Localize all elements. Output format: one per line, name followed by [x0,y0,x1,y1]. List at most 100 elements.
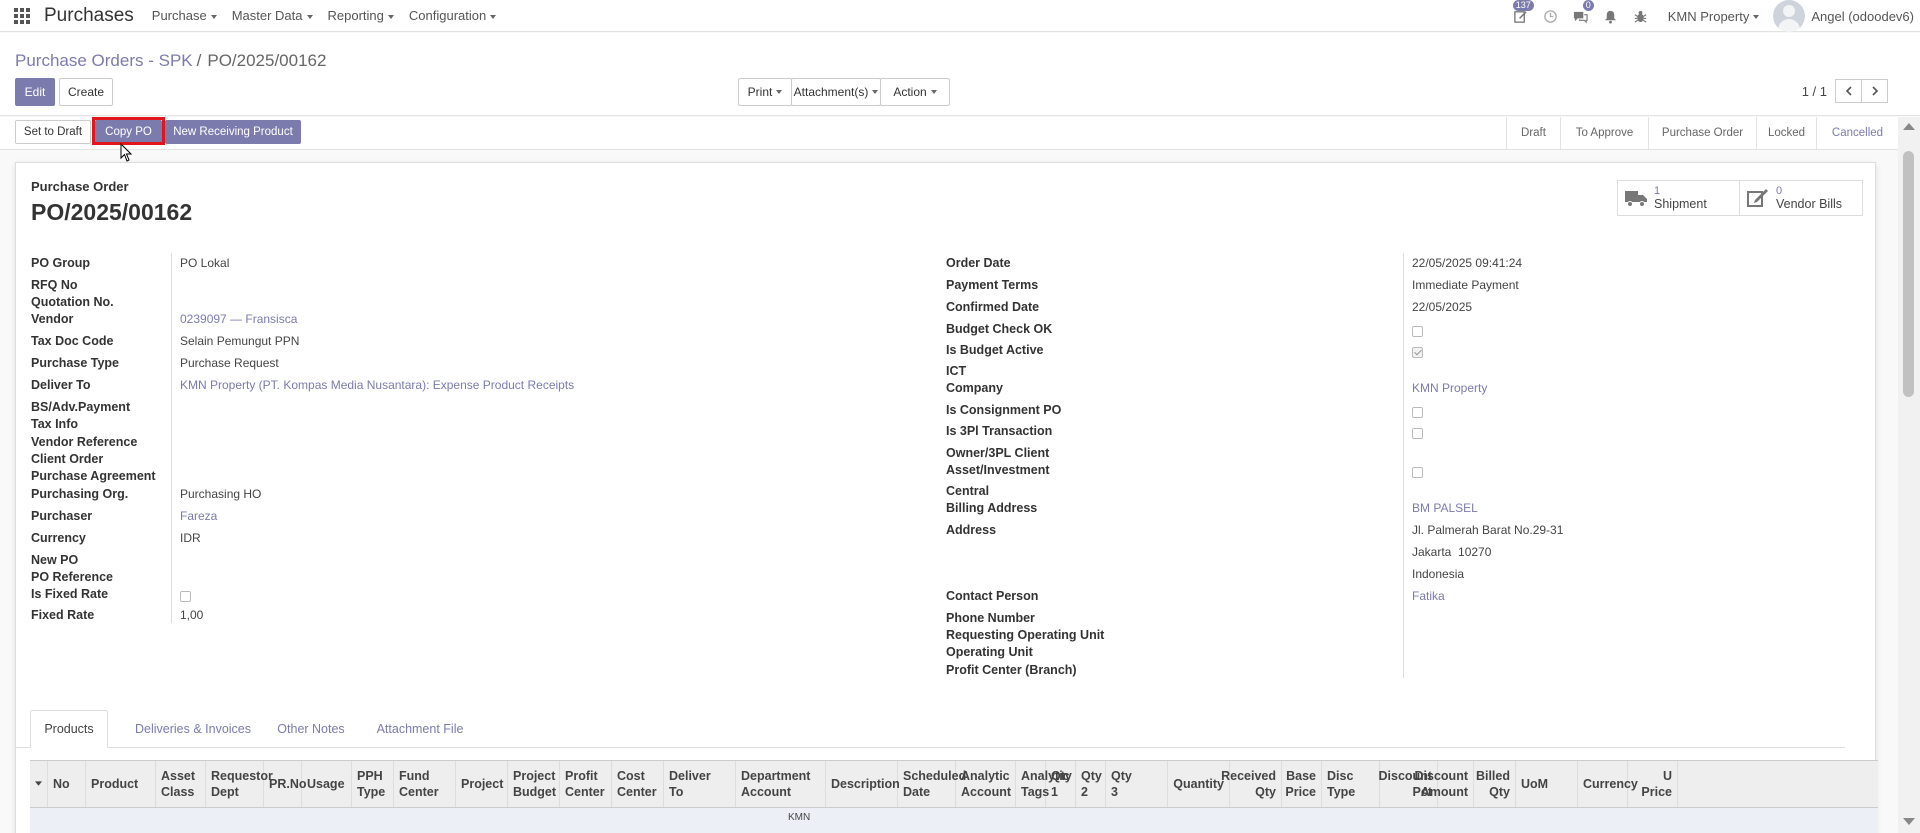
vendor-bills-smart-button[interactable]: 0 Vendor Bills [1740,181,1862,215]
is-3pl-checkbox[interactable] [1412,428,1423,439]
stage-purchase-order[interactable]: Purchase Order [1648,117,1756,149]
attachments-button[interactable]: Attachment(s) [791,78,881,106]
scroll-thumb[interactable] [1903,151,1914,397]
tab-deliveries-invoices[interactable]: Deliveries & Invoices [123,710,263,748]
column-header-uom[interactable]: UoM [1516,761,1578,807]
create-button[interactable]: Create [59,78,113,106]
stage-locked[interactable]: Locked [1756,117,1816,149]
is-consignment-checkbox[interactable] [1412,407,1423,418]
column-header-project[interactable]: Project [456,761,508,807]
vendor-label: Vendor [31,312,74,326]
column-header-pr-no[interactable]: PR.No [264,761,307,807]
stage-draft[interactable]: Draft [1506,117,1560,149]
column-header-deliver-to[interactable]: Deliver To [664,761,736,807]
column-header-pph-type[interactable]: PPH Type [352,761,394,807]
scroll-down-icon[interactable] [1903,818,1915,825]
column-header-fund-center[interactable]: Fund Center [394,761,456,807]
column-header-disc-type[interactable]: Disc Type [1322,761,1380,807]
sort-caret-icon[interactable] [30,761,48,807]
table-row[interactable]: KMN [30,808,1878,833]
truck-icon [1625,191,1647,207]
action-button[interactable]: Action [880,78,950,106]
column-header-u-price[interactable]: U Price [1628,761,1678,807]
clock-icon[interactable] [1536,0,1566,32]
column-header-currency[interactable]: Currency [1578,761,1638,807]
bell-icon[interactable] [1596,0,1626,32]
pager-value[interactable]: 1 / 1 [1802,84,1827,99]
stage-to-approve[interactable]: To Approve [1560,117,1648,149]
activity-edit-icon[interactable]: 137 [1506,0,1536,32]
breadcrumb: Purchase Orders - SPK / PO/2025/00162 [15,51,326,71]
bug-icon[interactable] [1626,0,1656,32]
column-header-product[interactable]: Product [86,761,156,807]
column-header-received-qty[interactable]: Received Qty [1221,761,1282,807]
budget-check-ok-checkbox[interactable] [1412,326,1423,337]
pager-previous-icon[interactable] [1835,79,1862,103]
user-avatar[interactable] [1773,0,1806,32]
column-header-no[interactable]: No [48,761,86,807]
menu-configuration[interactable]: Configuration [409,8,496,23]
tab-attachment-file[interactable]: Attachment File [365,710,475,748]
column-header-project-budget[interactable]: Project Budget [508,761,560,807]
breadcrumb-separator: / [196,51,202,70]
user-menu[interactable]: Angel (odoodev6) [1811,9,1914,24]
shipment-smart-button[interactable]: 1 Shipment [1618,181,1740,215]
breadcrumb-parent[interactable]: Purchase Orders - SPK [15,51,193,70]
messages-icon[interactable]: 0 [1566,0,1596,32]
requesting-operating-unit-label: Requesting Operating Unit [946,628,1105,642]
stage-cancelled[interactable]: Cancelled [1816,117,1898,149]
menu-master-data[interactable]: Master Data [232,8,313,23]
vendor-link[interactable]: 0239097 — Fransisca [180,312,297,326]
set-to-draft-button[interactable]: Set to Draft [15,120,91,144]
apps-menu-icon[interactable] [0,0,44,32]
confirmed-date-label: Confirmed Date [946,300,1040,314]
column-header-base-price[interactable]: Base Price [1282,761,1322,807]
contact-person-label: Contact Person [946,589,1039,603]
edit-button[interactable]: Edit [15,78,55,106]
operating-unit-label: Operating Unit [946,645,1033,659]
address-line1: Jl. Palmerah Barat No.29-31 [1412,523,1564,537]
is-3pl-label: Is 3Pl Transaction [946,424,1053,438]
column-header-analytic-account[interactable]: Analytic Account [956,761,1016,807]
column-header-qty-1[interactable]: Qty 1 [1046,761,1076,807]
new-receiving-product-button[interactable]: New Receiving Product [165,120,301,144]
quotation-no-label: Quotation No. [31,295,114,309]
column-header-usage[interactable]: Usage [302,761,352,807]
scroll-up-icon[interactable] [1903,123,1915,130]
company-link[interactable]: KMN Property [1412,381,1487,395]
payment-terms-label: Payment Terms [946,278,1039,292]
menu-purchase[interactable]: Purchase [152,8,217,23]
column-header-scheduled-date[interactable]: Scheduled Date [898,761,966,807]
purchase-type-label: Purchase Type [31,356,120,370]
column-header-qty-2[interactable]: Qty 2 [1076,761,1106,807]
column-header-qty-3[interactable]: Qty 3 [1106,761,1168,807]
column-header-discount-amount[interactable]: Discount Amount [1415,761,1474,807]
contact-person-link[interactable]: Fatika [1412,589,1445,603]
purchaser-label: Purchaser [31,509,93,523]
column-header-analytic-tags[interactable]: Analytic Tags [1016,761,1070,807]
print-button[interactable]: Print [738,78,792,106]
tab-products[interactable]: Products [30,710,108,748]
is-fixed-rate-checkbox[interactable] [180,591,191,602]
column-header-profit-center[interactable]: Profit Center [560,761,612,807]
company-switcher[interactable]: KMN Property [1668,9,1760,24]
deliver-to-link[interactable]: KMN Property (PT. Kompas Media Nusantara… [180,378,574,392]
is-budget-active-checkbox[interactable] [1412,347,1423,358]
column-header-cost-center[interactable]: Cost Center [612,761,664,807]
tax-doc-code-label: Tax Doc Code [31,334,114,348]
left-column-divider [171,253,172,623]
column-header-asset-class[interactable]: Asset Class [156,761,206,807]
column-header-billed-qty[interactable]: Billed Qty [1474,761,1516,807]
column-header-requestor-dept[interactable]: Requestor Dept [206,761,273,807]
scrollbar[interactable] [1898,117,1920,833]
pager-next-icon[interactable] [1861,79,1888,103]
deliver-to-label: Deliver To [31,378,91,392]
purchaser-link[interactable]: Fareza [180,509,217,523]
column-header-department-account[interactable]: Department Account [736,761,826,807]
column-header-description[interactable]: Description [826,761,900,807]
confirmed-date-value: 22/05/2025 [1412,300,1473,314]
menu-reporting[interactable]: Reporting [328,8,394,23]
asset-investment-checkbox[interactable] [1412,467,1423,478]
tab-other-notes[interactable]: Other Notes [271,710,351,748]
billing-address-link[interactable]: BM PALSEL [1412,501,1478,515]
